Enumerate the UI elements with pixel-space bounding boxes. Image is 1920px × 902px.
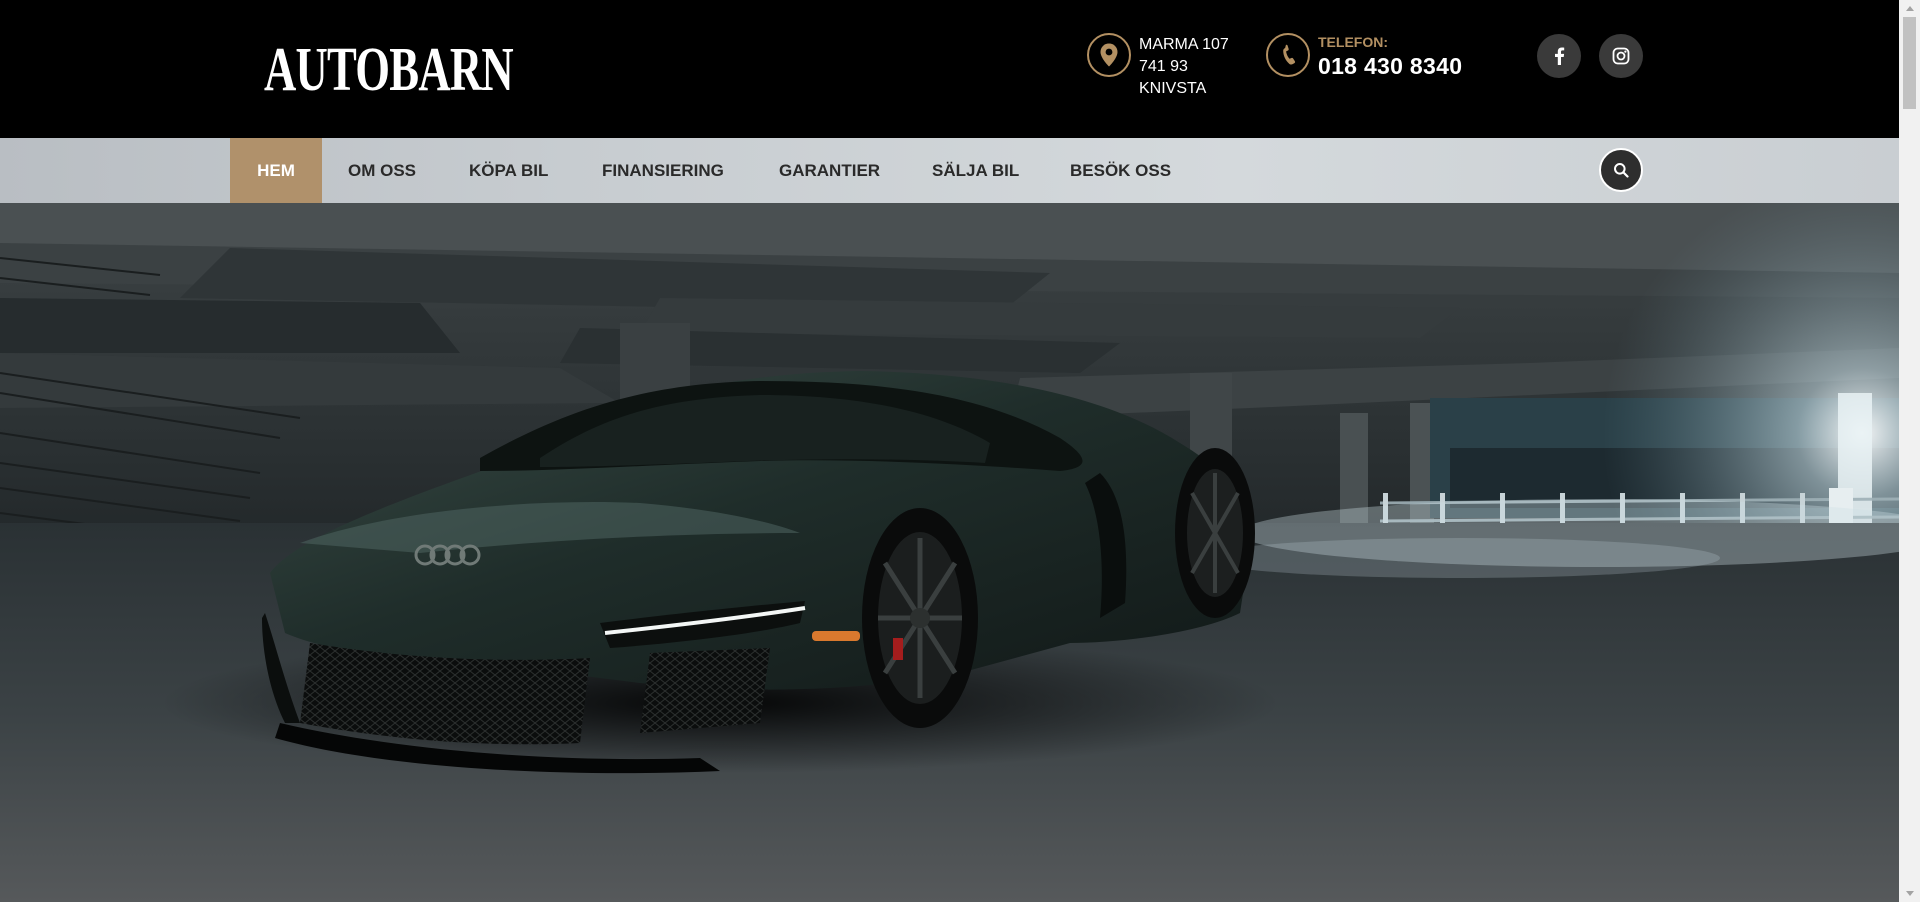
hero-banner bbox=[0, 203, 1899, 902]
top-header: AUTOBARN MARMA 107 741 93 KNIVSTA TELEFO… bbox=[0, 0, 1899, 138]
phone-text: TELEFON: 018 430 8340 bbox=[1318, 33, 1462, 81]
nav-item-garantier[interactable]: GARANTIER bbox=[779, 138, 880, 203]
address-text: MARMA 107 741 93 KNIVSTA bbox=[1139, 33, 1229, 100]
page-scrollbar[interactable] bbox=[1899, 0, 1920, 902]
map-pin-icon bbox=[1087, 33, 1131, 77]
hero-image bbox=[0, 203, 1899, 902]
scroll-up-arrow-icon[interactable] bbox=[1899, 0, 1920, 17]
phone-number-link[interactable]: 018 430 8340 bbox=[1318, 51, 1462, 81]
phone-block: TELEFON: 018 430 8340 bbox=[1266, 33, 1462, 81]
facebook-button[interactable] bbox=[1537, 34, 1581, 78]
nav-item-kopa-bil[interactable]: KÖPA BIL bbox=[469, 138, 548, 203]
phone-label: TELEFON: bbox=[1318, 34, 1388, 50]
facebook-icon bbox=[1555, 47, 1565, 65]
instagram-button[interactable] bbox=[1599, 34, 1643, 78]
phone-icon bbox=[1266, 33, 1310, 77]
main-navigation: HEM OM OSS KÖPA BIL FINANSIERING GARANTI… bbox=[0, 138, 1899, 203]
nav-item-besok-oss[interactable]: BESÖK OSS bbox=[1070, 138, 1171, 203]
search-button[interactable] bbox=[1599, 148, 1643, 192]
scroll-down-arrow-icon[interactable] bbox=[1899, 885, 1920, 902]
nav-item-salja-bil[interactable]: SÄLJA BIL bbox=[932, 138, 1019, 203]
address-line: MARMA 107 bbox=[1139, 36, 1229, 53]
instagram-icon bbox=[1612, 47, 1630, 65]
nav-item-om-oss[interactable]: OM OSS bbox=[348, 138, 416, 203]
brand-logo[interactable]: AUTOBARN bbox=[264, 38, 514, 102]
search-icon bbox=[1614, 163, 1629, 178]
address-block: MARMA 107 741 93 KNIVSTA bbox=[1087, 33, 1229, 100]
nav-item-hem[interactable]: HEM bbox=[230, 138, 322, 203]
scrollbar-thumb[interactable] bbox=[1903, 17, 1916, 109]
address-line: KNIVSTA bbox=[1139, 80, 1207, 97]
nav-item-finansiering[interactable]: FINANSIERING bbox=[602, 138, 724, 203]
address-line: 741 93 bbox=[1139, 58, 1188, 75]
